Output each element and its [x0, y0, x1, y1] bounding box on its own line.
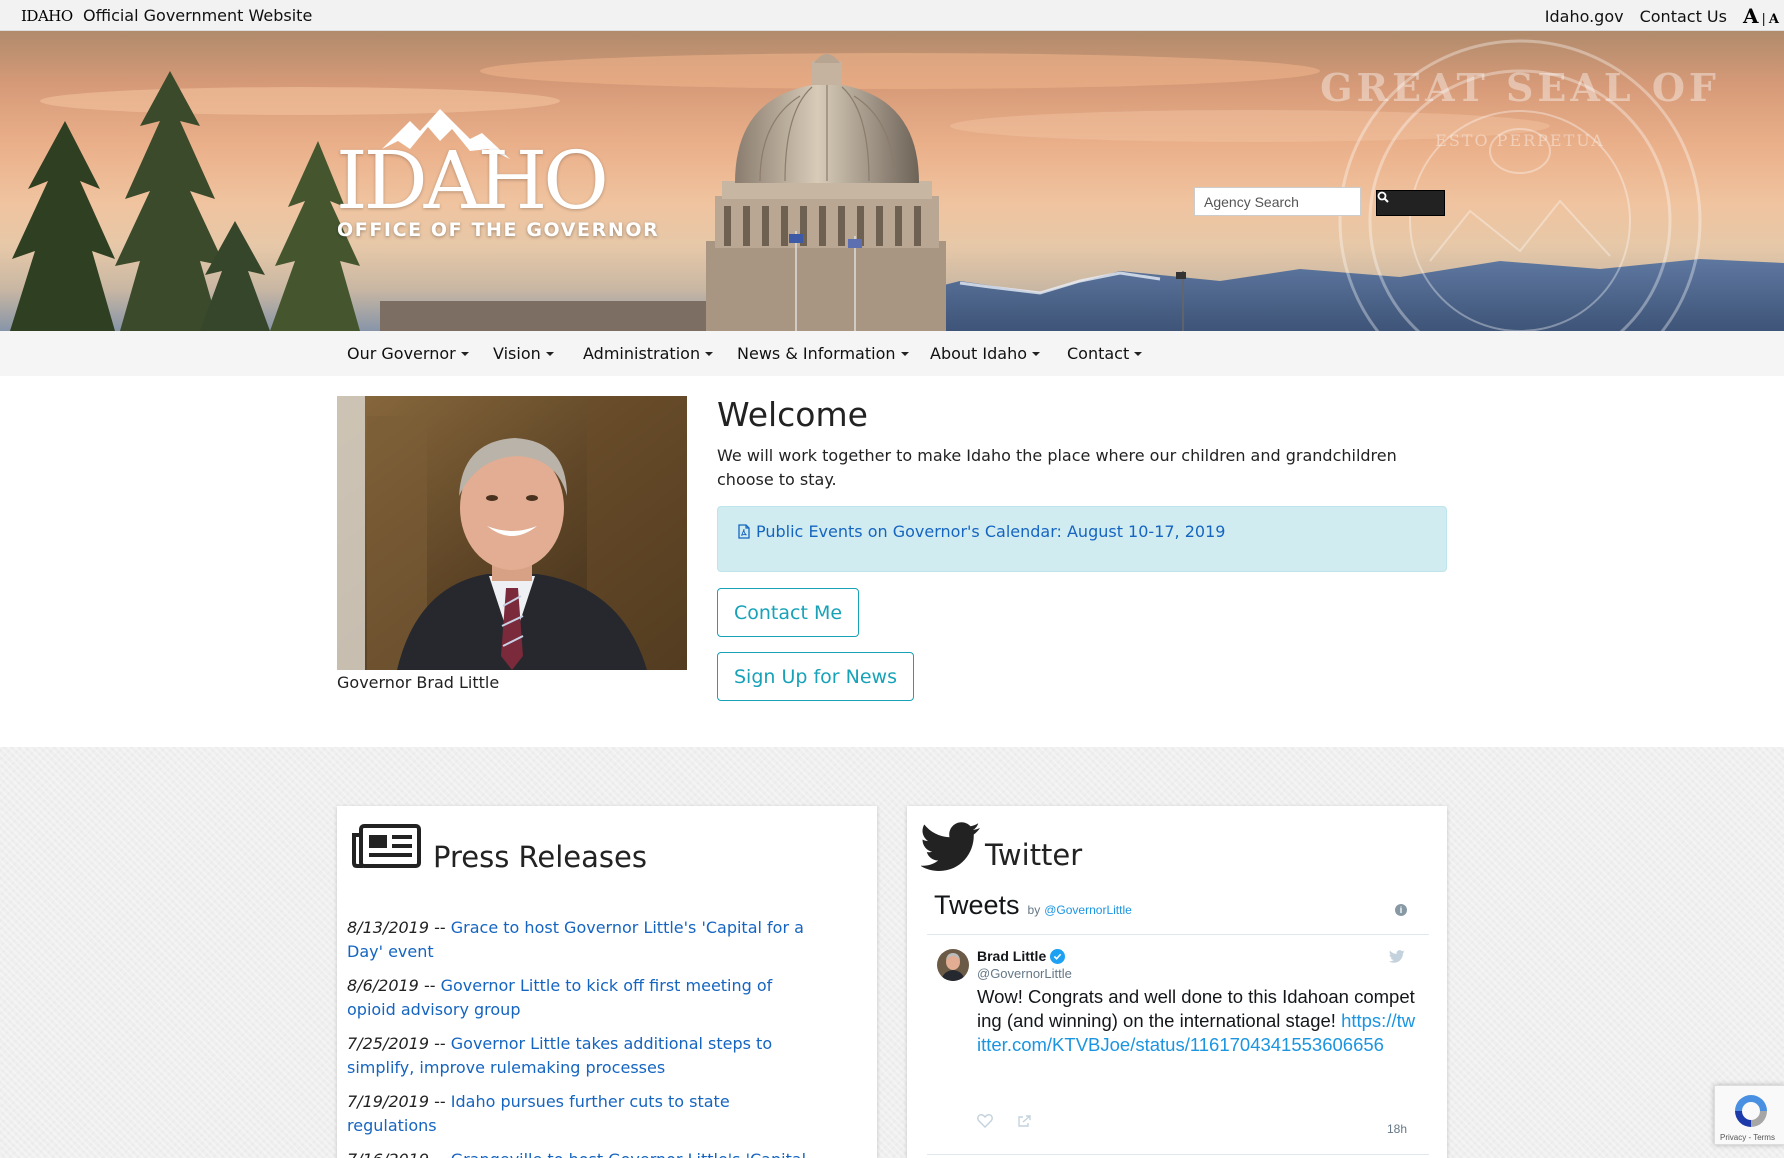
welcome-heading: Welcome — [717, 395, 868, 434]
header-banner: GREAT SEAL OF ESTO PERPETUA IDAHO OFFICE… — [0, 31, 1784, 331]
seal-motto: ESTO PERPETUA — [1435, 131, 1605, 150]
recaptcha-icon — [1735, 1095, 1767, 1127]
chevron-down-icon — [1134, 352, 1143, 356]
calendar-alert: Public Events on Governor's Calendar: Au… — [717, 506, 1447, 572]
nav-label: Administration — [583, 344, 701, 363]
tweet-handle[interactable]: @GovernorLittle — [977, 966, 1072, 981]
press-release-item: 8/6/2019 -- Governor Little to kick off … — [347, 974, 817, 1022]
topbar-links: Idaho.gov Contact Us A | A — [1545, 4, 1784, 28]
font-size-separator: | — [1761, 12, 1766, 27]
welcome-text: We will work together to make Idaho the … — [717, 446, 1397, 489]
share-icon[interactable] — [1017, 1114, 1032, 1128]
seal-text: GREAT SEAL OF — [1320, 65, 1720, 110]
divider — [927, 934, 1429, 935]
increase-font-button[interactable]: A — [1743, 4, 1759, 28]
press-separator: -- — [429, 1150, 451, 1158]
press-date: 8/13/2019 — [347, 918, 430, 937]
contact-me-button[interactable]: Contact Me — [717, 588, 860, 637]
decrease-font-button[interactable]: A — [1769, 12, 1779, 27]
twitter-title: Twitter — [985, 838, 1083, 872]
idaho-logo-wordmark[interactable]: IDAHO — [336, 141, 609, 221]
search-icon — [1377, 191, 1389, 203]
tweets-header: Tweets by @GovernorLittle — [934, 890, 1132, 921]
chevron-down-icon — [1032, 352, 1040, 356]
press-date: 7/16/2019 — [347, 1150, 429, 1158]
press-date: 8/6/2019 — [347, 976, 419, 995]
tweet-actions — [977, 1114, 1032, 1128]
public-events-label: Public Events on Governor's Calendar: Au… — [756, 522, 1226, 541]
twitter-timeline-widget: Tweets by @GovernorLittle i Brad Little … — [927, 890, 1429, 1158]
press-separator: -- — [429, 1034, 451, 1053]
sign-up-news-button[interactable]: Sign Up for News — [717, 652, 914, 701]
chevron-down-icon — [460, 352, 469, 356]
twitter-bird-icon — [921, 822, 980, 871]
nav-vision[interactable]: Vision — [493, 344, 554, 363]
nav-news-information[interactable]: News & Information — [737, 344, 909, 363]
chevron-down-icon — [545, 352, 554, 356]
press-release-item: 8/13/2019 -- Grace to host Governor Litt… — [347, 916, 817, 964]
tweets-by-label: by — [1027, 903, 1041, 917]
press-release-item: 7/19/2019 -- Idaho pursues further cuts … — [347, 1090, 817, 1138]
tweets-title: Tweets — [934, 890, 1020, 920]
twitter-card: Twitter Tweets by @GovernorLittle i Brad… — [907, 806, 1447, 1158]
recaptcha-terms[interactable]: Privacy - Terms — [1720, 1133, 1775, 1142]
recaptcha-badge[interactable]: Privacy - Terms — [1714, 1085, 1784, 1145]
press-release-item: 7/25/2019 -- Governor Little takes addit… — [347, 1032, 817, 1080]
press-date: 7/19/2019 — [347, 1092, 430, 1111]
chevron-down-icon — [900, 352, 909, 356]
nav-label: Vision — [493, 344, 541, 363]
info-icon[interactable]: i — [1395, 904, 1407, 916]
nav-label: About Idaho — [930, 344, 1027, 363]
verified-badge-icon — [1050, 948, 1066, 964]
press-separator: -- — [429, 1092, 451, 1111]
press-separator: -- — [418, 976, 441, 995]
twitter-logo-icon[interactable] — [1389, 950, 1405, 963]
portrait-caption: Governor Brad Little — [337, 673, 500, 692]
divider — [927, 1154, 1429, 1155]
press-release-item: 7/16/2019 -- Grangeville to host Governo… — [347, 1148, 817, 1158]
nav-label: Our Governor — [347, 344, 456, 363]
press-releases-title: Press Releases — [433, 840, 647, 874]
idaho-gov-link[interactable]: Idaho.gov — [1545, 7, 1624, 26]
font-size-controls: A | A — [1743, 4, 1784, 28]
press-release-list: 8/13/2019 -- Grace to host Governor Litt… — [347, 916, 817, 1158]
nav-administration[interactable]: Administration — [583, 344, 714, 363]
agency-search-button[interactable] — [1376, 190, 1445, 216]
twitter-handle-link[interactable]: @GovernorLittle — [1044, 903, 1132, 917]
governor-portrait — [337, 396, 687, 670]
banner-scenery: GREAT SEAL OF ESTO PERPETUA — [10, 39, 1784, 331]
press-separator: -- — [429, 918, 451, 937]
tweet-timestamp[interactable]: 18h — [1387, 1122, 1407, 1136]
press-releases-card: Press Releases 8/13/2019 -- Grace to hos… — [337, 806, 877, 1158]
feeds-section — [0, 747, 1784, 1158]
nav-about-idaho[interactable]: About Idaho — [930, 344, 1040, 363]
agency-search-input[interactable] — [1194, 187, 1361, 216]
official-website-label: Official Government Website — [83, 6, 313, 25]
newspaper-icon — [352, 824, 421, 868]
heart-icon[interactable] — [977, 1114, 993, 1128]
nav-label: Contact — [1067, 344, 1130, 363]
office-of-governor-subtitle: OFFICE OF THE GOVERNOR — [337, 219, 660, 241]
nav-our-governor[interactable]: Our Governor — [347, 344, 469, 363]
contact-us-link[interactable]: Contact Us — [1640, 7, 1727, 26]
avatar[interactable] — [937, 949, 969, 981]
nav-label: News & Information — [737, 344, 896, 363]
official-site-bar: IDAHO Official Government Website Idaho.… — [0, 0, 1784, 31]
idaho-small-logo: IDAHO — [21, 7, 73, 25]
chevron-down-icon — [705, 352, 714, 356]
public-events-link[interactable]: Public Events on Governor's Calendar: Au… — [738, 522, 1225, 541]
tweet-author-name: Brad Little — [977, 948, 1047, 964]
press-date: 7/25/2019 — [347, 1034, 430, 1053]
main-navigation: Our Governor Vision Administration News … — [0, 331, 1784, 376]
tweet-text: Wow! Congrats and well done to this Idah… — [977, 985, 1417, 1057]
nav-contact[interactable]: Contact — [1067, 344, 1143, 363]
tweet-author[interactable]: Brad Little — [977, 948, 1066, 964]
pdf-file-icon — [738, 524, 750, 539]
